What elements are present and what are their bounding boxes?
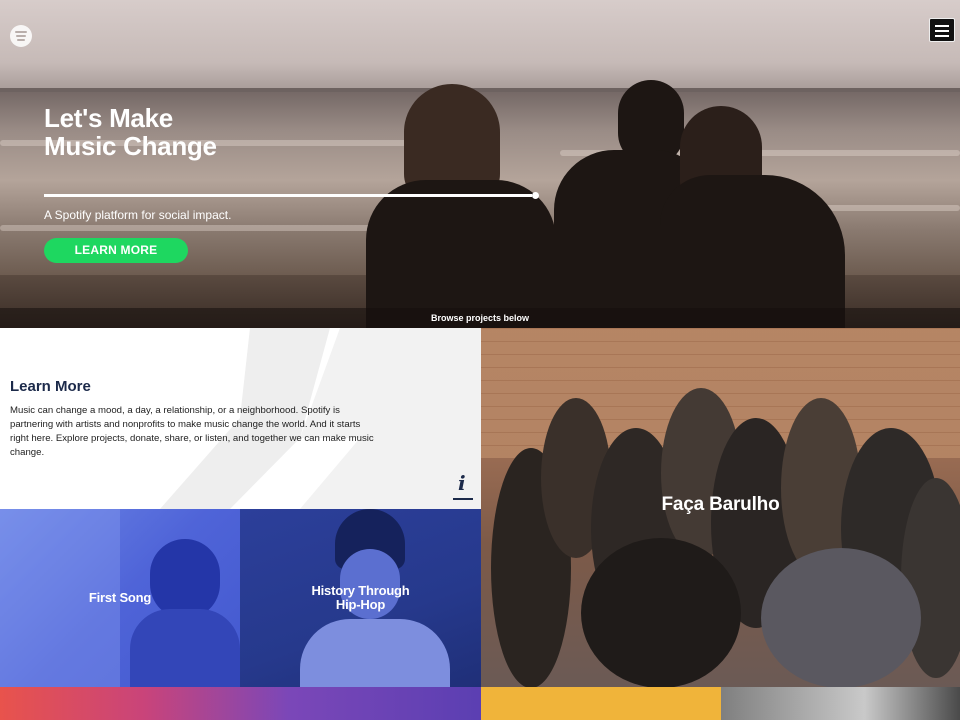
horizon-line	[0, 88, 960, 92]
hero-divider-dot	[532, 192, 539, 199]
crowd-person	[581, 538, 741, 687]
project-tile-partial[interactable]	[0, 687, 481, 720]
hero-subtitle: A Spotify platform for social impact.	[44, 208, 232, 222]
person-silhouette	[130, 609, 240, 687]
project-title: Faça Barulho	[661, 494, 780, 515]
person-head	[150, 539, 220, 619]
person-silhouette	[660, 175, 845, 328]
hero-title-line1: Let's Make	[44, 103, 173, 133]
hero-sky	[0, 0, 960, 90]
wave	[0, 225, 380, 231]
learn-more-panel: Learn More Music can change a mood, a da…	[0, 328, 481, 509]
project-tile-partial[interactable]	[721, 687, 960, 720]
person-silhouette	[366, 180, 556, 328]
info-icon[interactable]: i	[453, 471, 473, 501]
project-title: First Song	[88, 590, 152, 605]
hero-divider	[44, 194, 532, 197]
project-tile-first-song[interactable]: First Song	[0, 509, 240, 687]
project-tile-history-through-hip-hop[interactable]: History Through Hip-Hop	[240, 509, 481, 687]
learn-more-button[interactable]: LEARN MORE	[44, 238, 188, 263]
crowd-person	[761, 548, 921, 687]
project-tile-partial[interactable]	[481, 687, 721, 720]
spotify-logo-icon[interactable]	[10, 25, 32, 47]
hero-banner: Let's Make Music Change A Spotify platfo…	[0, 0, 960, 328]
project-title-line1: History Through	[311, 583, 410, 598]
learn-more-title: Learn More	[10, 378, 91, 395]
hero-title: Let's Make Music Change	[44, 104, 217, 160]
hamburger-menu-icon[interactable]	[929, 18, 955, 42]
browse-projects-link[interactable]: Browse projects below	[0, 308, 960, 328]
project-title-line2: Hip-Hop	[335, 597, 386, 612]
person-silhouette	[300, 619, 450, 687]
project-tile-faca-barulho[interactable]: Faça Barulho	[481, 328, 960, 687]
hero-title-line2: Music Change	[44, 131, 217, 161]
learn-more-body: Music can change a mood, a day, a relati…	[10, 405, 374, 458]
